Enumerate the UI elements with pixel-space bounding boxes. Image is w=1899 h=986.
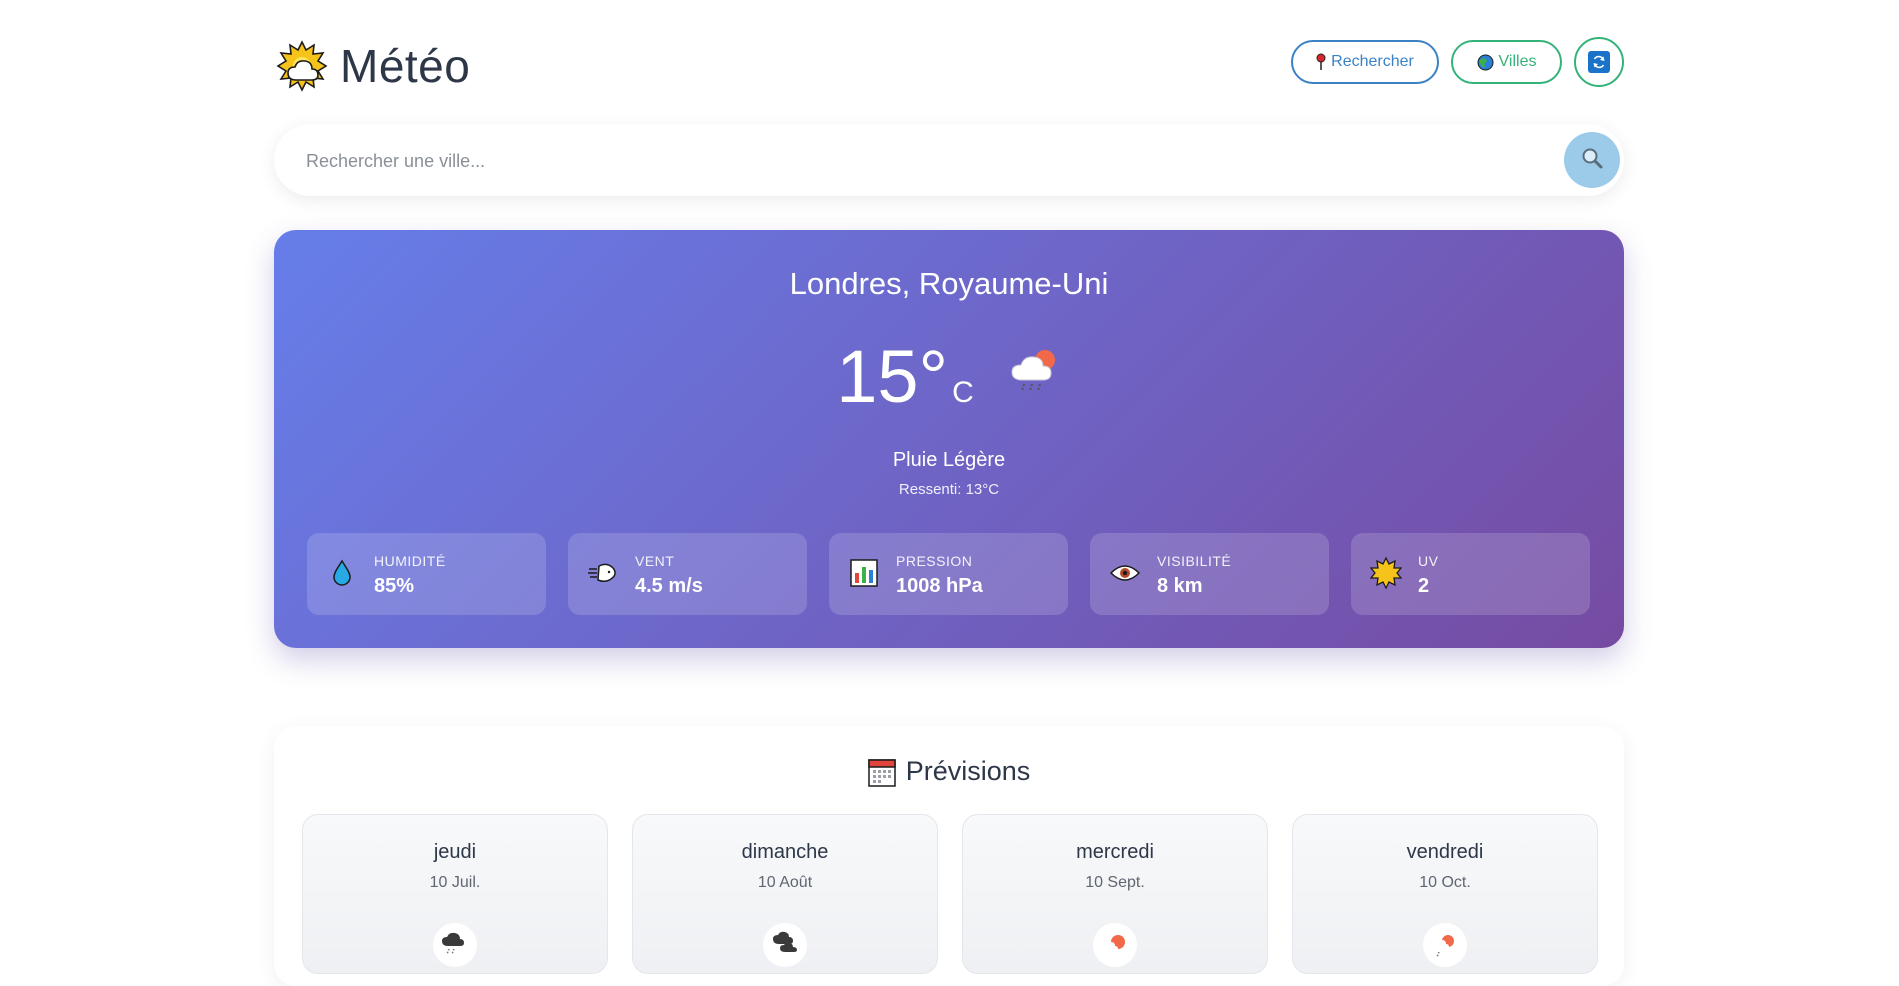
stat-label: HUMIDITÉ [374,553,446,569]
sun-icon [1369,556,1403,590]
cloud-rain-icon [433,923,477,967]
eye-icon [1108,556,1142,590]
forecast-day-card[interactable]: mercredi 10 Sept. [962,814,1268,974]
weather-stats: HUMIDITÉ 85% VENT 4.5 m/s PRESSION 1008 … [307,533,1590,615]
refresh-icon [1588,51,1610,73]
forecast-day: vendredi [1406,841,1484,863]
bar-chart-icon [847,556,881,590]
stat-value: 85% [374,575,415,597]
brand: Météo [276,39,470,93]
stat-label: UV [1418,553,1439,569]
cities-nav-button[interactable]: Villes [1451,40,1562,84]
feels-like: Ressenti: 13°C [898,481,1000,498]
header-actions: Rechercher Villes [1291,37,1624,87]
forecast-day: mercredi [1076,841,1154,863]
forecast-title: Prévisions [274,756,1624,787]
forecast-day: dimanche [741,841,829,863]
stat-label: PRESSION [896,553,973,569]
round-pushpin-icon [1316,53,1326,71]
search-nav-label: Rechercher [1331,53,1414,70]
temperature-unit: C [952,376,974,409]
temperature-row: 15 ° C [274,340,1624,414]
app-title: Météo [340,40,471,92]
city-search-input[interactable] [304,142,1508,180]
forecast-day: jeudi [433,841,477,863]
forecast-cards: jeudi 10 Juil. dimanche 10 Août mercredi… [302,814,1598,974]
temperature-value: 15 [836,335,919,418]
search-bar [274,124,1624,196]
sun-behind-cloud-icon [276,40,328,92]
stat-wind: VENT 4.5 m/s [568,533,807,615]
droplet-icon [325,556,359,590]
magnifier-icon [1580,146,1604,175]
calendar-icon [867,757,896,787]
forecast-date: 10 Juil. [429,874,481,891]
forecast-section: Prévisions jeudi 10 Juil. dimanche 10 Ao… [274,726,1624,986]
stat-visibility: VISIBILITÉ 8 km [1090,533,1329,615]
forecast-date: 10 Août [757,874,813,891]
forecast-title-text: Prévisions [905,756,1031,786]
cities-nav-label: Villes [1498,53,1537,70]
header: Météo Rechercher Villes [274,35,1624,95]
weather-description: Pluie Légère [892,449,1006,471]
search-submit-button[interactable] [1564,132,1620,188]
sun-rain-icon [1423,923,1467,967]
current-weather-card: Londres, Royaume-Uni 15 ° C Pluie Légère… [274,230,1624,648]
cloud-rain-sun-icon [1010,346,1062,396]
stat-humidity: HUMIDITÉ 85% [307,533,546,615]
search-nav-button[interactable]: Rechercher [1291,40,1439,84]
stat-pressure: PRESSION 1008 hPa [829,533,1068,615]
stat-value: 8 km [1157,575,1203,597]
sun-cloud-icon [1093,923,1137,967]
city-name: Londres, Royaume-Uni [789,266,1109,301]
globe-icon [1477,54,1494,71]
stat-label: VENT [635,553,675,569]
degree-symbol: ° [918,335,949,418]
forecast-date: 10 Sept. [1085,874,1145,891]
cloud-icon [763,923,807,967]
refresh-button[interactable] [1574,37,1624,87]
stat-value: 1008 hPa [896,575,983,597]
forecast-day-card[interactable]: vendredi 10 Oct. [1292,814,1598,974]
forecast-day-card[interactable]: jeudi 10 Juil. [302,814,608,974]
forecast-day-card[interactable]: dimanche 10 Août [632,814,938,974]
stat-value: 2 [1418,575,1430,597]
stat-value: 4.5 m/s [635,575,703,597]
forecast-date: 10 Oct. [1419,874,1471,891]
wind-icon [586,556,620,590]
stat-uv: UV 2 [1351,533,1590,615]
stat-label: VISIBILITÉ [1157,553,1232,569]
